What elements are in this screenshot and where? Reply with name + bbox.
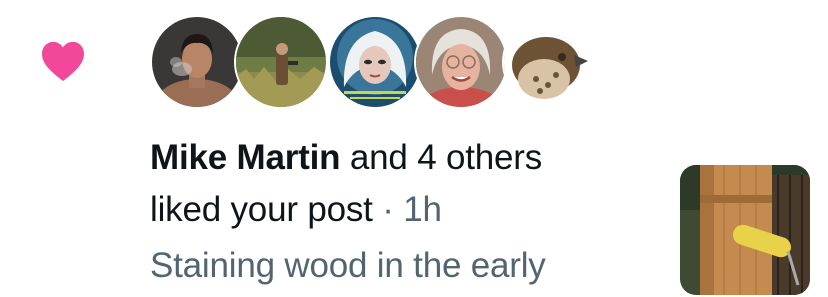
post-thumbnail-wood-staining[interactable] — [680, 165, 810, 295]
notification-text: Mike Martin and 4 others liked your post… — [150, 132, 542, 236]
notification-action-line: liked your post · 1h — [150, 184, 542, 236]
avatar-person-in-field[interactable] — [234, 15, 328, 109]
separator: · — [372, 190, 404, 229]
avatar-man-smoking[interactable] — [150, 15, 244, 109]
others-count[interactable]: and 4 others — [340, 138, 542, 177]
notification-headline: Mike Martin and 4 others — [150, 132, 542, 184]
timestamp: 1h — [403, 190, 442, 229]
action-text: liked your post — [150, 190, 373, 229]
avatar-older-woman-glasses[interactable] — [414, 15, 508, 109]
actor-name[interactable]: Mike Martin — [150, 138, 341, 177]
avatar-hawk[interactable] — [502, 15, 596, 109]
heart-icon — [40, 40, 86, 82]
post-snippet[interactable]: Staining wood in the early — [150, 240, 546, 292]
avatar-white-haired-woman[interactable] — [328, 15, 422, 109]
